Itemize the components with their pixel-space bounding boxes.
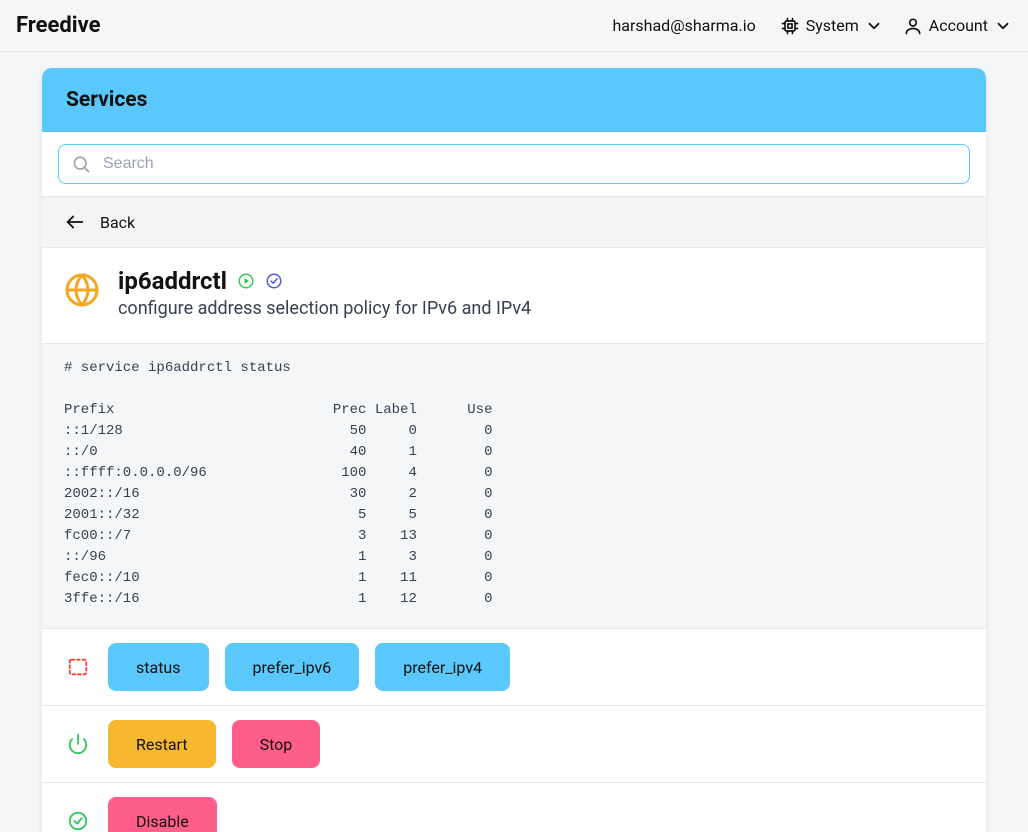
check-badge-icon [265, 272, 283, 290]
service-name: ip6addrctl [118, 268, 227, 294]
brand[interactable]: Freedive [16, 13, 101, 38]
prefer-ipv4-button[interactable]: prefer_ipv4 [375, 643, 510, 691]
stop-button[interactable]: Stop [232, 720, 321, 768]
enable-row: Disable [42, 783, 986, 832]
play-circle-icon [237, 272, 255, 290]
page-title: Services [42, 68, 986, 132]
arrow-left-icon [64, 211, 86, 233]
status-output: # service ip6addrctl status Prefix Prec … [42, 344, 986, 629]
system-menu[interactable]: System [780, 16, 883, 36]
search-input[interactable] [101, 154, 957, 174]
prefer-ipv6-button[interactable]: prefer_ipv6 [225, 643, 360, 691]
status-button[interactable]: status [108, 643, 209, 691]
search-icon [71, 154, 91, 174]
globe-icon [64, 272, 100, 308]
service-header: ip6addrctl configure address selection p… [42, 248, 986, 344]
user-icon [903, 16, 923, 36]
commands-row: status prefer_ipv6 prefer_ipv4 [42, 629, 986, 706]
user-email: harshad@sharma.io [612, 16, 755, 35]
system-menu-label: System [806, 16, 859, 35]
check-circle-icon [64, 807, 92, 832]
back-label: Back [100, 213, 135, 232]
disable-button[interactable]: Disable [108, 797, 217, 832]
account-menu-label: Account [929, 16, 988, 35]
cpu-icon [780, 16, 800, 36]
power-row: Restart Stop [42, 706, 986, 783]
search-wrap [42, 132, 986, 196]
service-description: configure address selection policy for I… [118, 298, 531, 319]
terminal-icon [64, 653, 92, 681]
services-card: Services Back [42, 68, 986, 832]
chevron-down-icon [994, 17, 1012, 35]
account-menu[interactable]: Account [903, 16, 1012, 36]
search-field[interactable] [58, 144, 970, 184]
back-button[interactable]: Back [42, 196, 986, 248]
restart-button[interactable]: Restart [108, 720, 216, 768]
topbar: Freedive harshad@sharma.io System Accou [0, 0, 1028, 52]
power-icon [64, 730, 92, 758]
chevron-down-icon [865, 17, 883, 35]
